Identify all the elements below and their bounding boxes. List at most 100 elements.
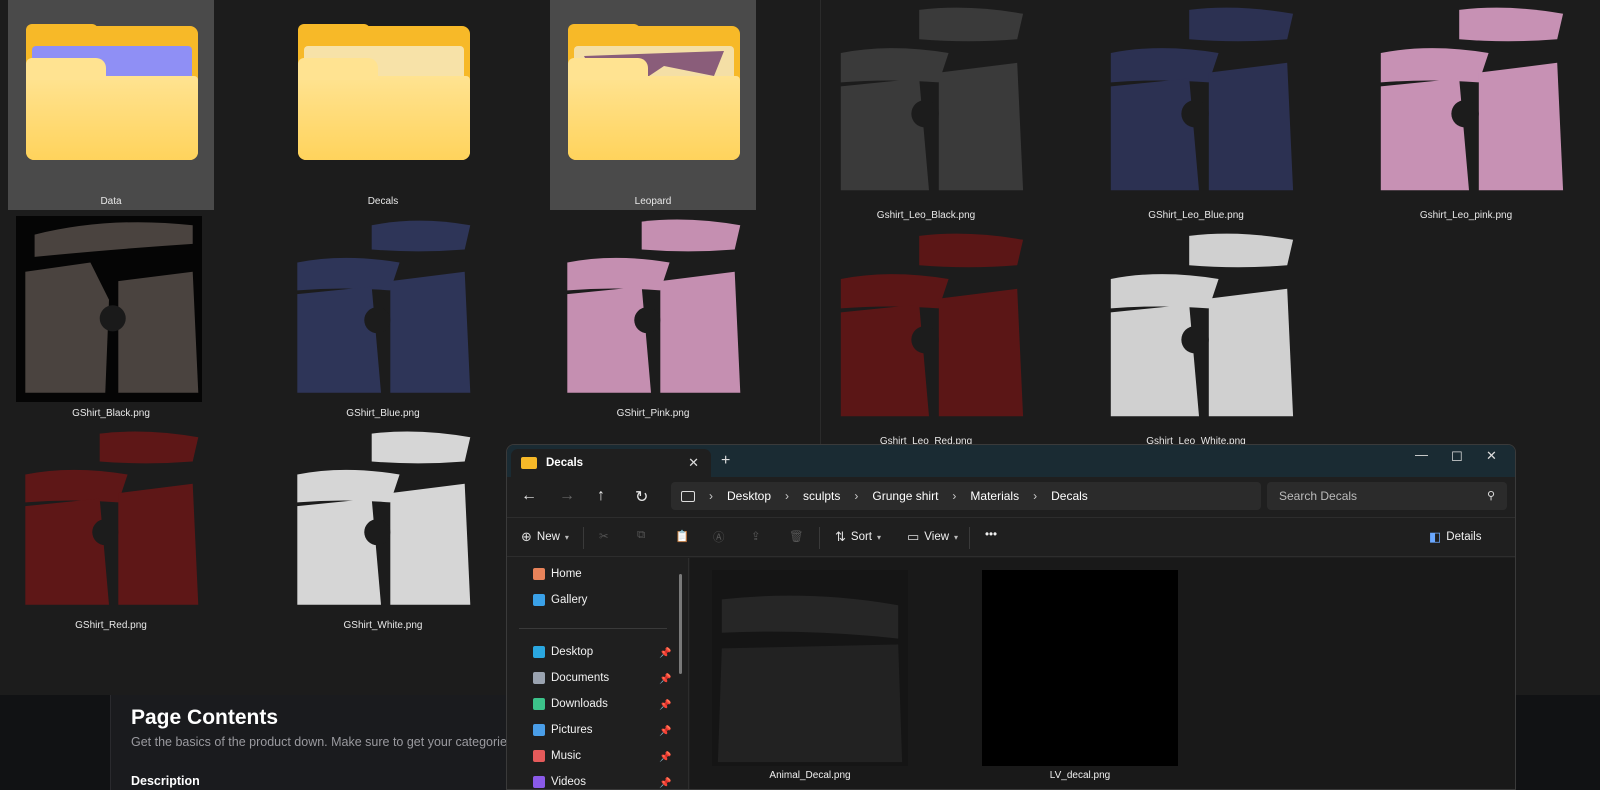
file-label: GShirt_Red.png (75, 620, 147, 631)
navigation-bar: ← → ↑ ↻ › Desktop › sculpts › Grunge shi… (507, 477, 1515, 517)
sidebar-item-label: Desktop (551, 646, 594, 658)
sidebar-item-label: Music (551, 750, 582, 762)
home-icon (533, 568, 545, 580)
breadcrumb-grunge-shirt[interactable]: Grunge shirt (872, 489, 938, 503)
navigation-pane: Home Gallery Desktop 📌 Documents 📌 Downl… (507, 558, 689, 789)
more-options-button[interactable]: ••• (985, 529, 997, 541)
sidebar-item-desktop[interactable]: Desktop (533, 646, 593, 658)
details-button[interactable]: ◧ Details (1429, 529, 1481, 545)
breadcrumb-sculpts[interactable]: sculpts (803, 489, 840, 503)
file-tile[interactable]: GShirt_White.png (280, 424, 486, 634)
folder-leopard[interactable]: Leopard (550, 0, 756, 210)
page-contents-subtitle: Get the basics of the product down. Make… (131, 735, 524, 749)
sidebar-item-pictures[interactable]: Pictures (533, 724, 593, 736)
sidebar-item-music[interactable]: Music (533, 750, 581, 762)
file-tile[interactable]: GShirt_Blue.png (280, 212, 486, 422)
file-item-lv-decal[interactable]: LV_decal.png (980, 570, 1180, 789)
paste-icon[interactable]: 📋 (675, 529, 689, 543)
file-tile[interactable]: Gshirt_Leo_White.png (1091, 226, 1301, 450)
separator (969, 527, 970, 549)
search-placeholder: Search Decals (1279, 489, 1358, 503)
chevron-right-icon: › (952, 489, 957, 503)
sidebar-item-downloads[interactable]: Downloads (533, 698, 608, 710)
texture-thumbnail (558, 216, 744, 402)
title-bar: Decals ✕ + — ☐ ✕ (507, 445, 1515, 477)
sidebar-item-home[interactable]: Home (533, 568, 582, 580)
sidebar-item-label: Gallery (551, 594, 588, 606)
sort-icon: ⇅ (835, 529, 846, 544)
search-input[interactable]: Search Decals ⚲ (1267, 482, 1507, 510)
maximize-button[interactable]: ☐ (1451, 449, 1463, 465)
plus-circle-icon: ⊕ (521, 529, 532, 544)
file-tile[interactable]: Gshirt_Leo_Black.png (821, 0, 1031, 224)
tab-close-icon[interactable]: ✕ (688, 455, 699, 471)
file-list: Animal_Decal.png LV_decal.png (690, 558, 1515, 789)
file-tile[interactable]: GShirt_Pink.png (550, 212, 756, 422)
sidebar-item-label: Downloads (551, 698, 608, 710)
downloads-icon (533, 698, 545, 710)
sidebar-item-label: Home (551, 568, 582, 580)
sidebar-item-gallery[interactable]: Gallery (533, 594, 587, 606)
search-icon: ⚲ (1486, 490, 1495, 502)
forward-icon[interactable]: → (559, 487, 575, 505)
sort-label: Sort (850, 531, 872, 543)
folder-label: Leopard (634, 196, 672, 207)
breadcrumb-desktop[interactable]: Desktop (727, 489, 771, 503)
sort-button[interactable]: ⇅ Sort ▾ (835, 529, 881, 545)
view-button[interactable]: ▭ View ▾ (907, 529, 958, 545)
videos-icon (533, 776, 545, 788)
breadcrumb-materials[interactable]: Materials (970, 489, 1019, 503)
texture-thumbnail (712, 570, 908, 766)
file-tile[interactable]: Gshirt_Leo_Red.png (821, 226, 1031, 450)
minimize-button[interactable]: — (1415, 447, 1428, 462)
pictures-icon (533, 724, 545, 736)
share-icon[interactable]: ⇪ (751, 529, 761, 543)
folder-icon (521, 457, 537, 469)
folder-decals[interactable]: Decals (280, 0, 486, 210)
address-bar[interactable]: › Desktop › sculpts › Grunge shirt › Mat… (671, 482, 1261, 510)
gallery-icon (533, 594, 545, 606)
tab-label: Decals (546, 457, 584, 469)
sidebar-item-label: Documents (551, 672, 610, 684)
view-label: View (924, 531, 950, 543)
new-tab-button[interactable]: + (721, 452, 730, 470)
chevron-down-icon: ▾ (954, 532, 959, 542)
scrollbar[interactable] (679, 574, 682, 674)
rename-icon[interactable]: Ⓐ (713, 529, 725, 545)
folder-data[interactable]: Data (8, 0, 214, 210)
description-heading: Description (131, 774, 200, 788)
back-icon[interactable]: ← (521, 487, 537, 505)
delete-icon[interactable]: 🗑 (789, 529, 804, 543)
texture-thumbnail (1101, 230, 1297, 426)
texture-thumbnail (16, 216, 202, 402)
file-tile[interactable]: GShirt_Black.png (8, 212, 214, 422)
refresh-icon[interactable]: ↻ (635, 487, 648, 507)
texture-thumbnail (16, 428, 202, 614)
breadcrumb-decals[interactable]: Decals (1051, 489, 1088, 503)
cut-icon[interactable]: ✂ (599, 529, 609, 543)
pin-icon: 📌 (659, 700, 672, 711)
file-tile[interactable]: GShirt_Red.png (8, 424, 214, 634)
file-label: GShirt_Blue.png (346, 408, 420, 419)
file-label: GShirt_White.png (343, 620, 423, 631)
page-contents-title: Page Contents (131, 706, 279, 729)
close-button[interactable]: ✕ (1486, 448, 1497, 464)
chevron-right-icon: › (785, 489, 790, 503)
file-tile[interactable]: Gshirt_Leo_pink.png (1361, 0, 1571, 224)
up-icon[interactable]: ↑ (597, 487, 605, 505)
separator (583, 527, 584, 549)
sidebar-item-videos[interactable]: Videos (533, 776, 586, 788)
copy-icon[interactable]: ⧉ (637, 529, 645, 542)
folder-label: Data (100, 196, 122, 207)
file-label: Animal_Decal.png (769, 770, 851, 781)
command-bar: ⊕ New ▾ ✂ ⧉ 📋 Ⓐ ⇪ 🗑 ⇅ Sort ▾ ▭ View ▾ ••… (507, 517, 1515, 557)
texture-thumbnail (982, 570, 1178, 766)
sidebar-item-documents[interactable]: Documents (533, 672, 609, 684)
new-button[interactable]: ⊕ New ▾ (521, 529, 569, 545)
texture-thumbnail (288, 428, 474, 614)
file-tile[interactable]: GShirt_Leo_Blue.png (1091, 0, 1301, 224)
sidebar-item-label: Pictures (551, 724, 593, 736)
texture-thumbnail (831, 230, 1027, 426)
tab-decals[interactable]: Decals ✕ (511, 449, 711, 477)
file-item-animal-decal[interactable]: Animal_Decal.png (710, 570, 910, 789)
